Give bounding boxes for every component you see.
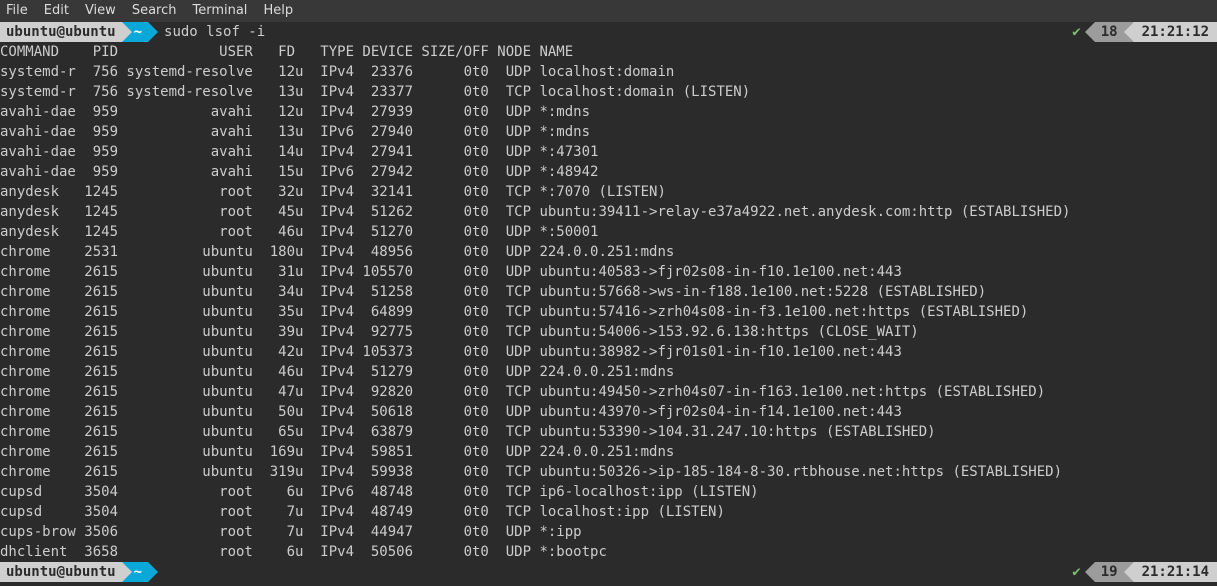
prompt-right-status: ✔ 19 21:21:14 (1072, 562, 1217, 582)
prompt-line-1: ubuntu@ubuntu ~ sudo lsof -i ✔ 18 21:21:… (0, 22, 1217, 42)
lsof-row: chrome 2531 ubuntu 180u IPv4 48956 0t0 U… (0, 242, 1217, 262)
lsof-row: chrome 2615 ubuntu 46u IPv4 51279 0t0 UD… (0, 362, 1217, 382)
command-input[interactable] (158, 562, 172, 582)
check-icon: ✔ (1072, 562, 1080, 582)
prompt-time: 21:21:12 (1134, 22, 1217, 42)
lsof-row: chrome 2615 ubuntu 50u IPv4 50618 0t0 UD… (0, 402, 1217, 422)
lsof-row: cupsd 3504 root 6u IPv6 48748 0t0 TCP ip… (0, 482, 1217, 502)
lsof-row: avahi-dae 959 avahi 12u IPv4 27939 0t0 U… (0, 102, 1217, 122)
menu-search[interactable]: Search (132, 1, 177, 21)
prompt-line-2: ubuntu@ubuntu ~ ✔ 19 21:21:14 (0, 562, 1217, 582)
lsof-row: chrome 2615 ubuntu 34u IPv4 51258 0t0 TC… (0, 282, 1217, 302)
menu-view[interactable]: View (85, 1, 116, 21)
prompt-time: 21:21:14 (1134, 562, 1217, 582)
lsof-row: dhclient 3658 root 6u IPv4 50506 0t0 UDP… (0, 542, 1217, 562)
chevron-right-icon (122, 22, 132, 42)
lsof-row: chrome 2615 ubuntu 65u IPv4 63879 0t0 TC… (0, 422, 1217, 442)
history-number: 19 (1095, 562, 1124, 582)
menu-file[interactable]: File (6, 1, 28, 21)
lsof-row: avahi-dae 959 avahi 13u IPv6 27940 0t0 U… (0, 122, 1217, 142)
menu-help[interactable]: Help (263, 1, 293, 21)
prompt-userhost: ubuntu@ubuntu (0, 562, 122, 582)
lsof-row: chrome 2615 ubuntu 319u IPv4 59938 0t0 T… (0, 462, 1217, 482)
lsof-row: anydesk 1245 root 46u IPv4 51270 0t0 UDP… (0, 222, 1217, 242)
lsof-header: COMMAND PID USER FD TYPE DEVICE SIZE/OFF… (0, 42, 1217, 62)
lsof-row: avahi-dae 959 avahi 14u IPv4 27941 0t0 U… (0, 142, 1217, 162)
lsof-row: systemd-r 756 systemd-resolve 13u IPv4 2… (0, 82, 1217, 102)
command-text: sudo lsof -i (158, 22, 265, 42)
chevron-right-icon (148, 22, 158, 42)
menu-terminal[interactable]: Terminal (192, 1, 247, 21)
chevron-right-icon (122, 562, 132, 582)
terminal-area[interactable]: ubuntu@ubuntu ~ sudo lsof -i ✔ 18 21:21:… (0, 22, 1217, 582)
menubar[interactable]: File Edit View Search Terminal Help (0, 0, 1217, 22)
history-number: 18 (1095, 22, 1124, 42)
lsof-row: chrome 2615 ubuntu 47u IPv4 92820 0t0 TC… (0, 382, 1217, 402)
prompt-right-status: ✔ 18 21:21:12 (1072, 22, 1217, 42)
chevron-left-icon (1085, 22, 1095, 42)
lsof-row: chrome 2615 ubuntu 31u IPv4 105570 0t0 U… (0, 262, 1217, 282)
lsof-row: chrome 2615 ubuntu 42u IPv4 105373 0t0 U… (0, 342, 1217, 362)
lsof-row: chrome 2615 ubuntu 169u IPv4 59851 0t0 U… (0, 442, 1217, 462)
lsof-row: anydesk 1245 root 45u IPv4 51262 0t0 TCP… (0, 202, 1217, 222)
prompt-cwd: ~ (132, 562, 148, 582)
lsof-row: cupsd 3504 root 7u IPv4 48749 0t0 TCP lo… (0, 502, 1217, 522)
lsof-row: chrome 2615 ubuntu 39u IPv4 92775 0t0 TC… (0, 322, 1217, 342)
lsof-row: systemd-r 756 systemd-resolve 12u IPv4 2… (0, 62, 1217, 82)
lsof-row: chrome 2615 ubuntu 35u IPv4 64899 0t0 TC… (0, 302, 1217, 322)
lsof-row: avahi-dae 959 avahi 15u IPv6 27942 0t0 U… (0, 162, 1217, 182)
prompt-userhost: ubuntu@ubuntu (0, 22, 122, 42)
menu-edit[interactable]: Edit (44, 1, 69, 21)
lsof-row: cups-brow 3506 root 7u IPv4 44947 0t0 UD… (0, 522, 1217, 542)
chevron-left-icon (1124, 562, 1134, 582)
lsof-output: systemd-r 756 systemd-resolve 12u IPv4 2… (0, 62, 1217, 562)
chevron-right-icon (148, 562, 158, 582)
lsof-row: anydesk 1245 root 32u IPv4 32141 0t0 TCP… (0, 182, 1217, 202)
chevron-left-icon (1124, 22, 1134, 42)
chevron-left-icon (1085, 562, 1095, 582)
prompt-cwd: ~ (132, 22, 148, 42)
check-icon: ✔ (1072, 22, 1080, 42)
